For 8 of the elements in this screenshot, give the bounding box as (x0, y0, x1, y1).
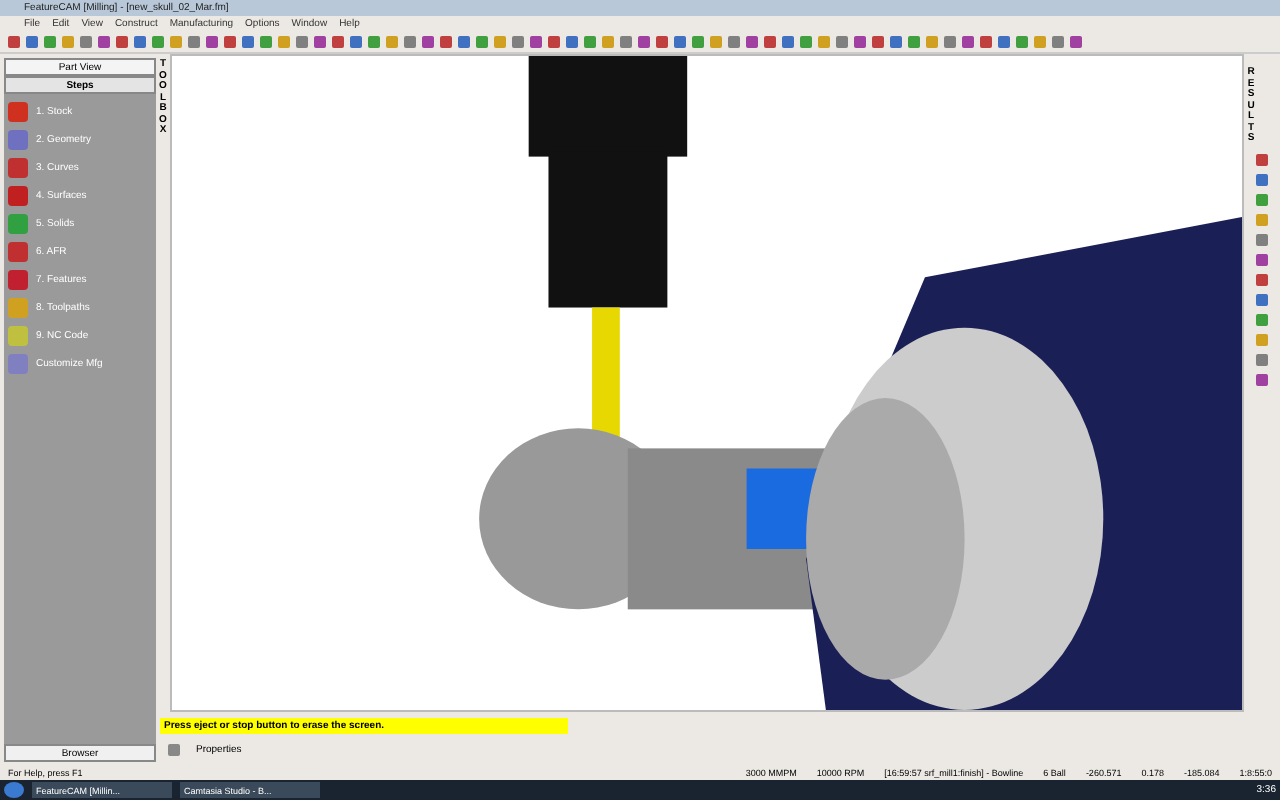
step-icon[interactable] (8, 270, 28, 290)
start-button[interactable] (4, 782, 24, 798)
step-icon[interactable] (8, 186, 28, 206)
step-icon[interactable] (8, 242, 28, 262)
step-icon[interactable] (8, 130, 28, 150)
step-icon[interactable] (8, 158, 28, 178)
step-icon[interactable] (8, 102, 28, 122)
properties-icon[interactable] (168, 743, 180, 756)
